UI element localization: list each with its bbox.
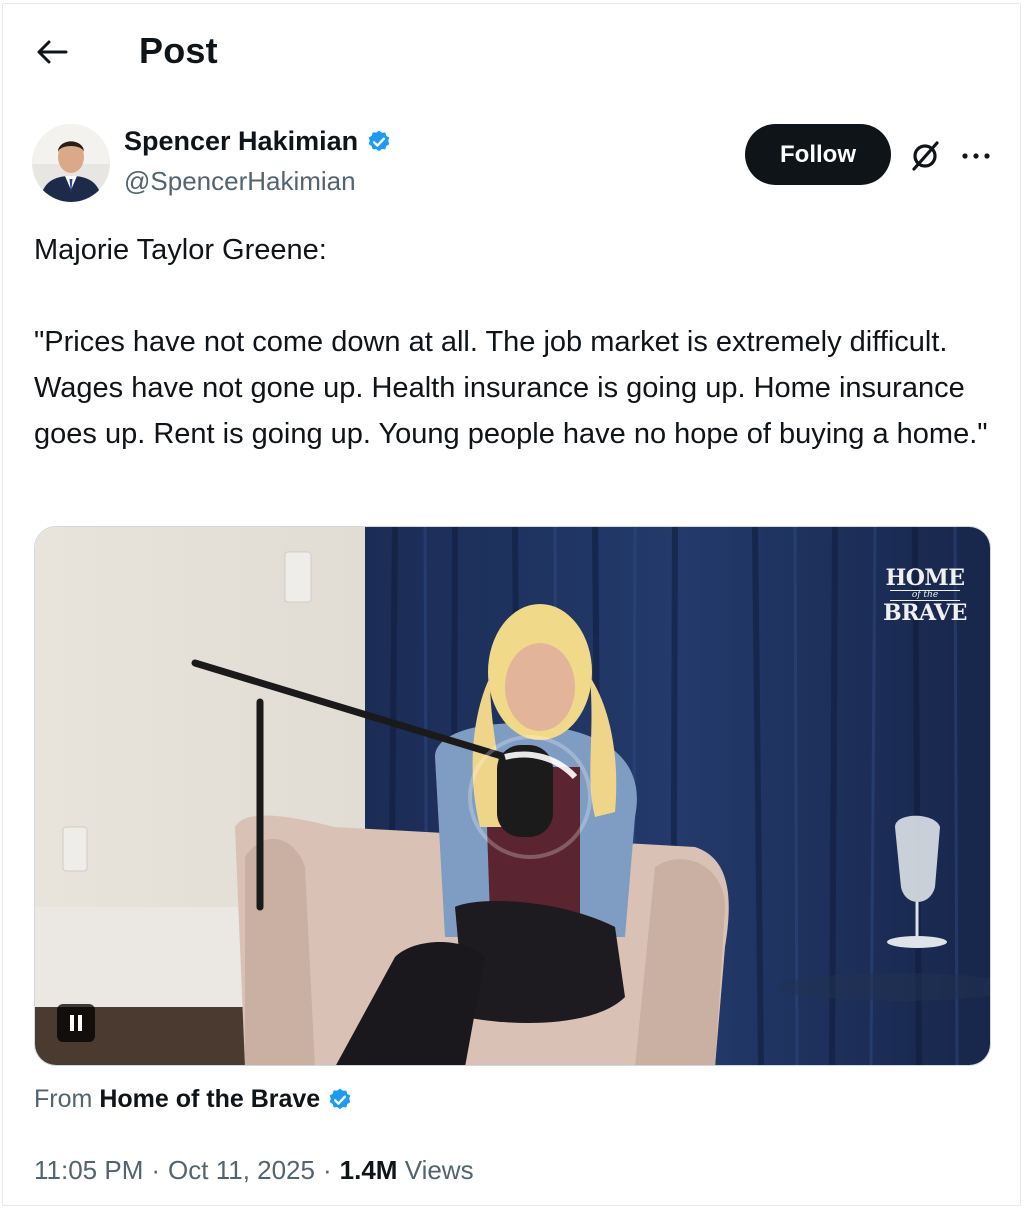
more-icon bbox=[962, 153, 990, 159]
author-name[interactable]: Spencer Hakimian bbox=[124, 126, 392, 157]
post-text-quote: "Prices have not come down at all. The j… bbox=[34, 326, 988, 450]
author-handle[interactable]: @SpencerHakimian bbox=[124, 166, 356, 197]
verified-badge-icon bbox=[329, 1088, 351, 1109]
grok-icon bbox=[912, 141, 939, 171]
watermark-bottom: BRAVE bbox=[883, 600, 967, 626]
views-group: 1.4M Views bbox=[340, 1155, 474, 1186]
pause-icon-bar-right bbox=[78, 1015, 82, 1031]
pause-icon-bar-left bbox=[70, 1015, 74, 1031]
page-title: Post bbox=[139, 30, 218, 71]
header: Post bbox=[0, 0, 1025, 100]
video-player[interactable]: HOME of the BRAVE bbox=[34, 526, 991, 1066]
source-attribution: From Home of the Brave bbox=[34, 1085, 353, 1114]
back-button[interactable] bbox=[34, 34, 70, 70]
views-label: Views bbox=[404, 1155, 474, 1185]
more-button[interactable] bbox=[954, 134, 998, 178]
pause-button[interactable] bbox=[57, 1004, 95, 1042]
watermark-logo: HOME of the BRAVE bbox=[882, 567, 968, 624]
source-prefix: From bbox=[34, 1085, 93, 1113]
post-time[interactable]: 11:05 PM bbox=[34, 1155, 143, 1186]
separator: · bbox=[151, 1155, 161, 1185]
verified-badge-icon bbox=[368, 130, 390, 151]
separator: · bbox=[322, 1155, 332, 1185]
post-date[interactable]: Oct 11, 2025 bbox=[168, 1155, 315, 1186]
post-meta: 11:05 PM · Oct 11, 2025 · 1.4M Views bbox=[34, 1155, 474, 1186]
avatar[interactable] bbox=[32, 124, 110, 202]
post-text-intro: Majorie Taylor Greene: bbox=[34, 234, 327, 266]
follow-button[interactable]: Follow bbox=[745, 124, 891, 185]
source-link[interactable]: Home of the Brave bbox=[99, 1085, 320, 1114]
grok-button[interactable] bbox=[902, 134, 948, 178]
views-count: 1.4M bbox=[339, 1155, 398, 1185]
video-frame bbox=[35, 527, 990, 1065]
arrow-left-icon bbox=[37, 40, 68, 64]
author-name-text: Spencer Hakimian bbox=[124, 126, 359, 156]
watermark-top: HOME bbox=[885, 565, 965, 591]
